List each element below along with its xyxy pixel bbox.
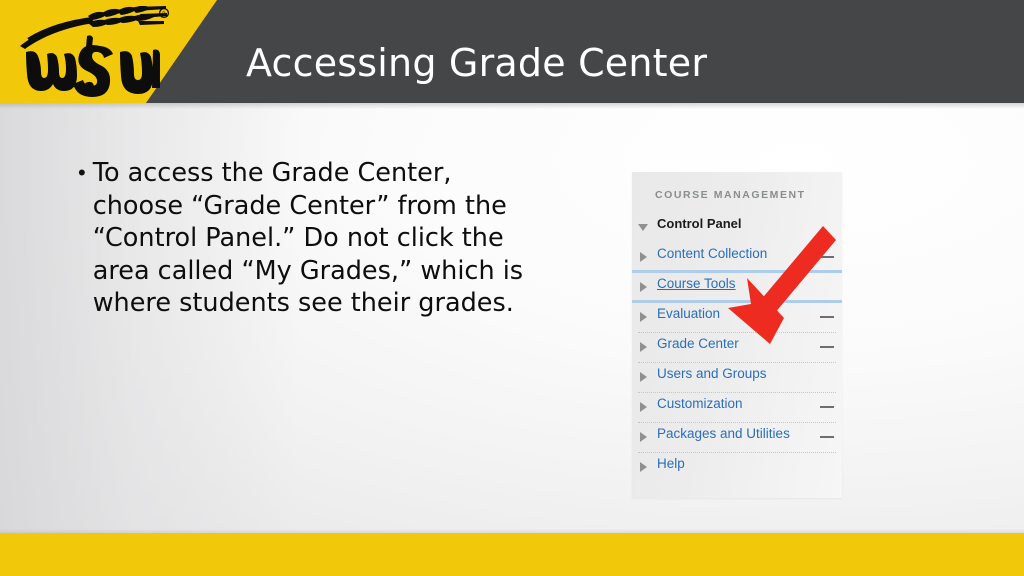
chevron-right-icon[interactable] <box>640 252 647 262</box>
course-management-item-packages-and-utilities[interactable]: Packages and Utilities <box>632 422 842 452</box>
slide-body: • To access the Grade Center, choose “Gr… <box>78 157 528 320</box>
slide-footer-bar <box>0 533 1024 576</box>
chevron-right-icon[interactable] <box>640 402 647 412</box>
collapse-dash-icon[interactable] <box>820 316 834 318</box>
wsu-logo: R <box>14 6 174 98</box>
header-drop-shadow <box>0 103 1024 109</box>
course-management-heading: COURSE MANAGEMENT <box>655 189 806 201</box>
svg-text:R: R <box>162 12 166 18</box>
course-management-item-label: Control Panel <box>657 216 742 231</box>
course-management-item-evaluation[interactable]: Evaluation <box>632 302 842 332</box>
presentation-slide: R Accessing Grade Center • To access the… <box>0 0 1024 576</box>
course-management-item-label: Evaluation <box>657 306 721 321</box>
bullet-list-item: • To access the Grade Center, choose “Gr… <box>78 157 528 320</box>
collapse-dash-icon[interactable] <box>820 256 834 258</box>
course-management-item-content-collection[interactable]: Content Collection <box>632 242 842 272</box>
course-management-item-users-and-groups[interactable]: Users and Groups <box>632 362 842 392</box>
course-management-item-label: Users and Groups <box>657 366 767 381</box>
course-management-item-label: Help <box>657 456 685 471</box>
course-management-panel-screenshot: COURSE MANAGEMENT Control Panel Content C… <box>632 172 842 498</box>
collapse-dash-icon[interactable] <box>820 436 834 438</box>
chevron-right-icon[interactable] <box>640 462 647 472</box>
bullet-text: To access the Grade Center, choose “Grad… <box>92 158 524 318</box>
chevron-right-icon[interactable] <box>640 312 647 322</box>
page-title: Accessing Grade Center <box>246 41 708 85</box>
chevron-right-icon[interactable] <box>640 432 647 442</box>
course-management-item-label: Customization <box>657 396 743 411</box>
chevron-right-icon[interactable] <box>640 282 647 292</box>
course-management-item-label: Content Collection <box>657 246 768 261</box>
chevron-down-icon[interactable] <box>638 224 648 231</box>
course-management-panel-inner: COURSE MANAGEMENT Control Panel Content C… <box>632 172 842 498</box>
collapse-dash-icon[interactable] <box>820 346 834 348</box>
chevron-right-icon[interactable] <box>640 372 647 382</box>
course-management-item-grade-center[interactable]: Grade Center <box>632 332 842 362</box>
course-management-item-course-tools[interactable]: Course Tools <box>632 272 842 302</box>
course-management-item-label: Grade Center <box>657 336 739 351</box>
collapse-dash-icon[interactable] <box>820 406 834 408</box>
course-management-item-label: Course Tools <box>657 276 736 291</box>
bullet-marker-icon: • <box>78 160 86 185</box>
course-management-item-help[interactable]: Help <box>632 452 842 482</box>
course-management-item-label: Packages and Utilities <box>657 426 790 441</box>
course-management-item-customization[interactable]: Customization <box>632 392 842 422</box>
chevron-right-icon[interactable] <box>640 342 647 352</box>
course-management-item-control-panel[interactable]: Control Panel <box>632 212 842 242</box>
